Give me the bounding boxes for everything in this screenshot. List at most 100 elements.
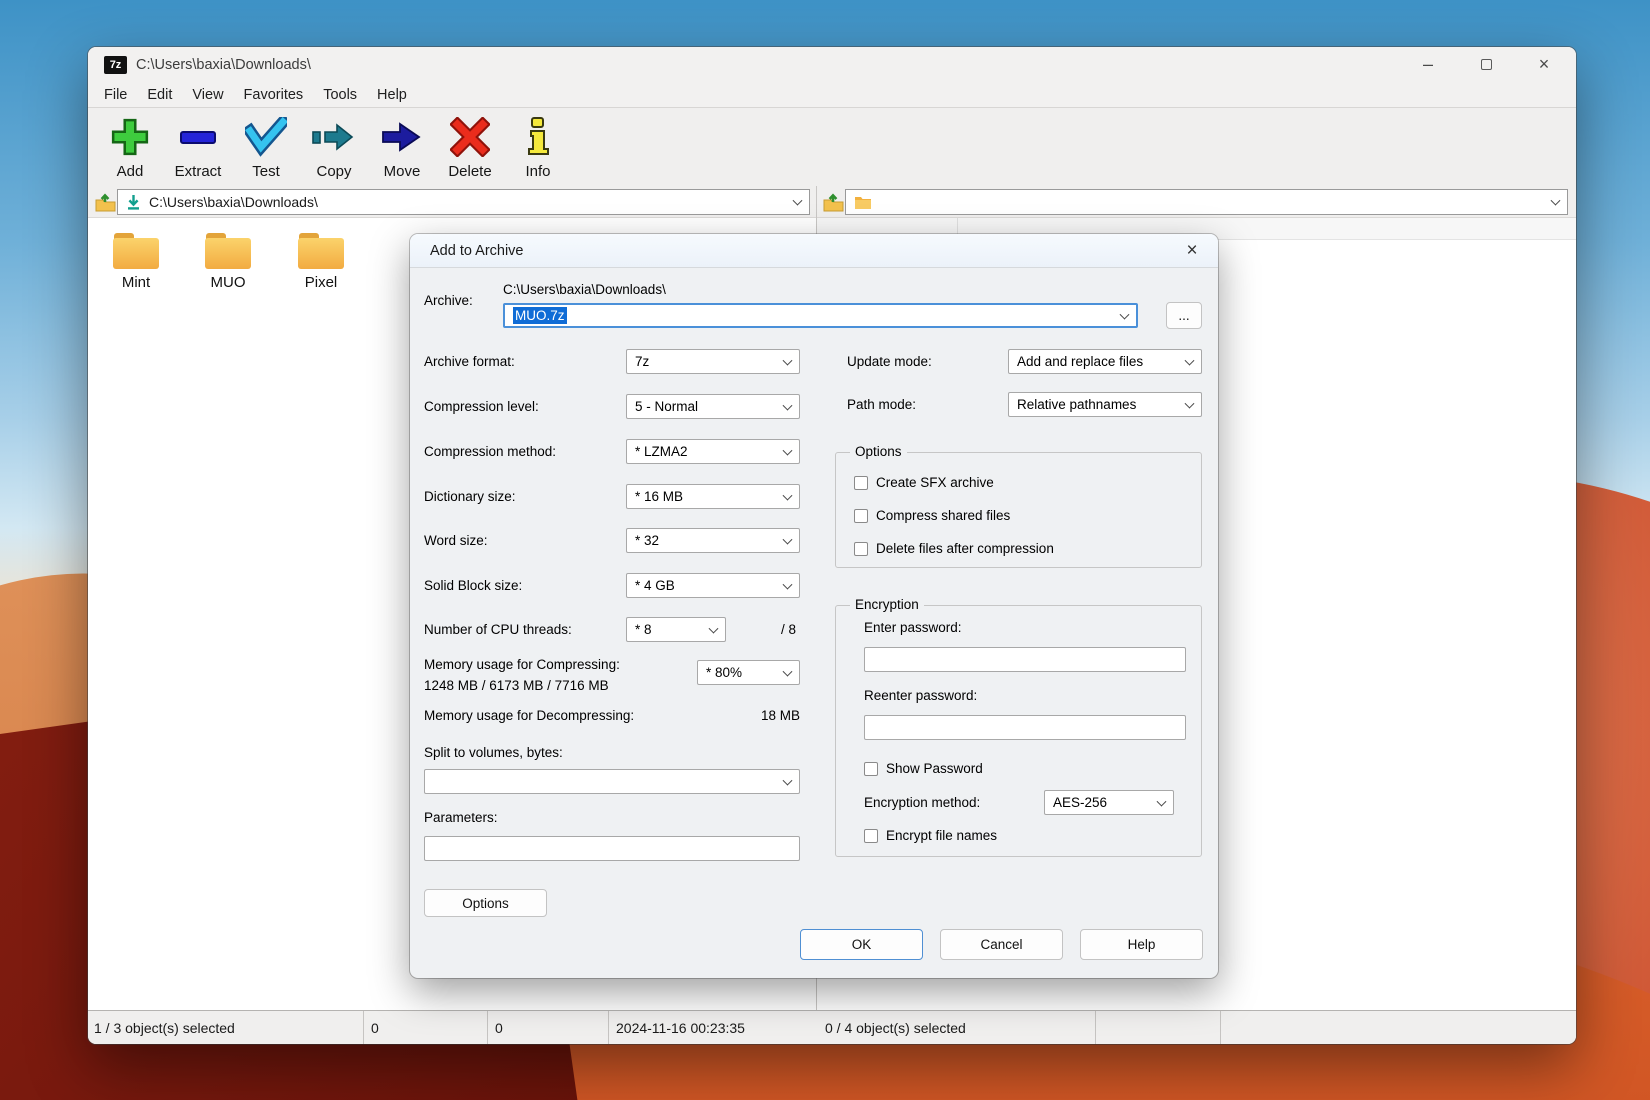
archive-name-combobox[interactable]: MUO.7z [503, 303, 1138, 328]
solid-block-size-combobox[interactable]: * 4 GB [626, 573, 800, 598]
toolbar: Add Extract Test Copy Move Delete Info [88, 109, 1576, 186]
menu-file[interactable]: File [94, 87, 137, 103]
folder-up-icon[interactable] [821, 191, 845, 213]
options-group-title: Options [850, 444, 907, 459]
desktop: 7z C:\Users\baxia\Downloads\ – × File Ed… [0, 0, 1650, 1100]
word-size-combobox[interactable]: * 32 [626, 528, 800, 553]
archive-format-combobox[interactable]: 7z [626, 349, 800, 374]
memory-decompressing-label: Memory usage for Decompressing: [424, 708, 635, 723]
status-divider [363, 1011, 364, 1044]
options-button[interactable]: Options [424, 889, 547, 917]
memory-compressing-detail: 1248 MB / 6173 MB / 7716 MB [424, 678, 609, 693]
folder-label: Mint [121, 274, 151, 291]
encryption-method-value: AES-256 [1053, 795, 1108, 810]
cpu-threads-value: * 8 [635, 622, 652, 637]
menu-bar: File Edit View Favorites Tools Help [88, 82, 1576, 108]
add-button[interactable]: Add [96, 109, 164, 180]
delete-after-checkbox[interactable]: Delete files after compression [854, 541, 1054, 556]
solid-block-size-label: Solid Block size: [424, 578, 523, 593]
folder-icon [205, 233, 251, 269]
folder-item-pixel[interactable]: Pixel [285, 233, 357, 291]
chevron-down-icon [1156, 796, 1167, 807]
chevron-down-icon [1550, 195, 1561, 206]
cancel-button[interactable]: Cancel [940, 929, 1063, 960]
parameters-input[interactable] [424, 836, 800, 861]
word-size-value: * 32 [635, 533, 660, 548]
copy-button[interactable]: Copy [300, 109, 368, 180]
status-col3: 0 [495, 1020, 503, 1036]
delete-button[interactable]: Delete [436, 109, 504, 180]
ok-button[interactable]: OK [800, 929, 923, 960]
maximize-box [1480, 59, 1492, 70]
menu-edit[interactable]: Edit [137, 87, 182, 103]
close-icon[interactable]: × [1534, 54, 1554, 75]
checkbox-icon [854, 508, 868, 523]
compression-level-value: 5 - Normal [635, 399, 699, 414]
encrypt-file-names-label: Encrypt file names [886, 828, 998, 843]
encryption-method-combobox[interactable]: AES-256 [1044, 790, 1174, 815]
chevron-down-icon [1184, 398, 1195, 409]
move-icon [379, 113, 425, 161]
compression-level-combobox[interactable]: 5 - Normal [626, 394, 800, 419]
folder-icon [113, 233, 159, 269]
memory-compressing-label: Memory usage for Compressing: [424, 657, 620, 672]
folder-item-muo[interactable]: MUO [192, 233, 264, 291]
show-password-checkbox[interactable]: Show Password [864, 761, 983, 776]
menu-tools[interactable]: Tools [313, 87, 367, 103]
folder-up-icon[interactable] [93, 191, 117, 213]
delete-icon [450, 113, 490, 161]
info-button[interactable]: Info [504, 109, 572, 180]
browse-button[interactable]: ... [1166, 302, 1202, 329]
window-title: C:\Users\baxia\Downloads\ [136, 56, 311, 73]
memory-compressing-combobox[interactable]: * 80% [697, 660, 800, 685]
copy-label: Copy [316, 163, 352, 180]
reenter-password-input[interactable] [864, 715, 1186, 740]
memory-decompressing-value: 18 MB [760, 708, 800, 723]
status-bar: 1 / 3 object(s) selected 0 0 2024-11-16 … [88, 1010, 1576, 1044]
folder-item-mint[interactable]: Mint [100, 233, 172, 291]
split-volumes-label: Split to volumes, bytes: [424, 745, 563, 760]
create-sfx-checkbox[interactable]: Create SFX archive [854, 475, 994, 490]
maximize-icon[interactable] [1476, 55, 1496, 75]
dictionary-size-combobox[interactable]: * 16 MB [626, 484, 800, 509]
menu-help[interactable]: Help [367, 87, 417, 103]
checkbox-icon [854, 475, 868, 490]
encrypt-file-names-checkbox[interactable]: Encrypt file names [864, 828, 997, 843]
address-bar-right[interactable] [845, 189, 1568, 215]
address-bar-left[interactable]: C:\Users\baxia\Downloads\ [117, 189, 810, 215]
extract-button[interactable]: Extract [164, 109, 232, 180]
reenter-password-label: Reenter password: [864, 688, 978, 703]
create-sfx-label: Create SFX archive [876, 475, 994, 490]
dialog-header: Add to Archive × [410, 234, 1218, 268]
close-icon[interactable]: × [1180, 240, 1204, 262]
update-mode-combobox[interactable]: Add and replace files [1008, 349, 1202, 374]
compress-shared-label: Compress shared files [876, 508, 1011, 523]
test-button[interactable]: Test [232, 109, 300, 180]
show-password-label: Show Password [886, 761, 983, 776]
chevron-down-icon [782, 400, 793, 411]
minimize-icon[interactable]: – [1418, 54, 1438, 75]
help-button[interactable]: Help [1080, 929, 1203, 960]
solid-block-size-value: * 4 GB [635, 578, 675, 593]
cpu-threads-max: / 8 [781, 622, 797, 637]
status-divider [1220, 1011, 1221, 1044]
move-label: Move [383, 163, 421, 180]
path-mode-combobox[interactable]: Relative pathnames [1008, 392, 1202, 417]
menu-favorites[interactable]: Favorites [234, 87, 314, 103]
add-to-archive-dialog: Add to Archive × Archive: C:\Users\baxia… [410, 234, 1218, 978]
menu-view[interactable]: View [182, 87, 233, 103]
status-divider [487, 1011, 488, 1044]
compress-shared-checkbox[interactable]: Compress shared files [854, 508, 1010, 523]
encryption-method-label: Encryption method: [864, 795, 981, 810]
compression-method-label: Compression method: [424, 444, 557, 459]
chevron-down-icon [782, 534, 793, 545]
chevron-down-icon [782, 355, 793, 366]
cpu-threads-combobox[interactable]: * 8 [626, 617, 726, 642]
encryption-group-title: Encryption [850, 597, 924, 612]
move-button[interactable]: Move [368, 109, 436, 180]
split-volumes-combobox[interactable] [424, 769, 800, 794]
compression-method-combobox[interactable]: * LZMA2 [626, 439, 800, 464]
enter-password-input[interactable] [864, 647, 1186, 672]
update-mode-value: Add and replace files [1017, 354, 1144, 369]
window-controls: – × [1418, 54, 1560, 75]
